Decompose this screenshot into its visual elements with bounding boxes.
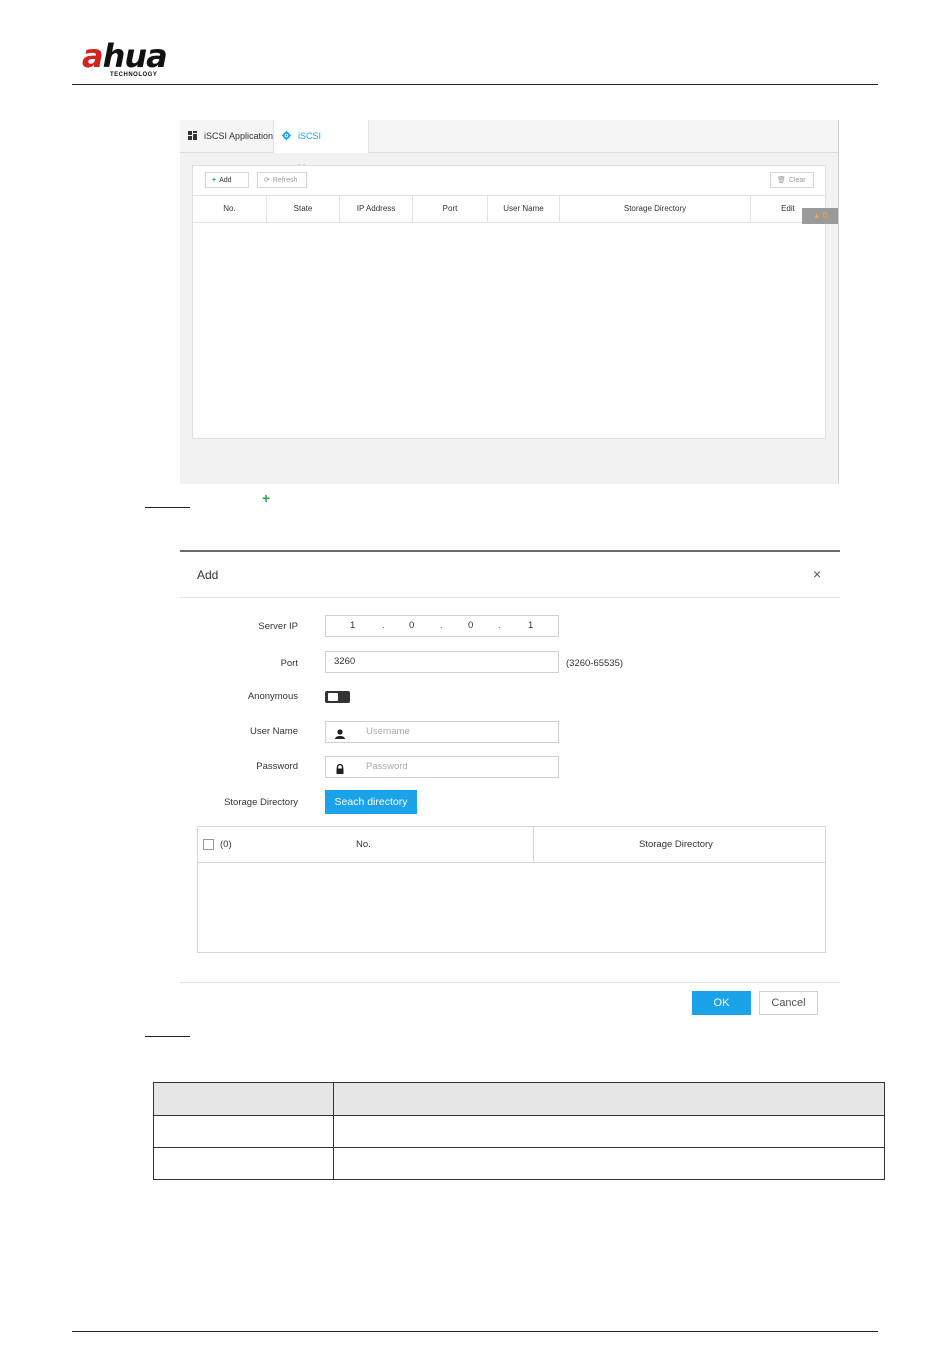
- ip-octet[interactable]: 1: [528, 616, 533, 636]
- column-header-user-name: User Name: [488, 196, 560, 222]
- password-label: Password: [256, 761, 298, 772]
- ip-separator: .: [440, 620, 443, 631]
- ip-octet[interactable]: 0: [468, 616, 473, 636]
- gear-icon: [282, 131, 291, 142]
- alert-count: 0: [822, 211, 828, 220]
- ip-separator: .: [498, 620, 501, 631]
- logo-wordmark: ahua: [82, 37, 168, 75]
- ip-octet[interactable]: 1: [350, 616, 355, 636]
- lock-icon: [335, 762, 345, 774]
- ok-button[interactable]: OK: [692, 991, 751, 1015]
- tab-label: iSCSI Application: [204, 131, 274, 141]
- password-placeholder: Password: [366, 761, 408, 772]
- server-ip-input[interactable]: 1 . 0 . 0 . 1: [325, 615, 559, 637]
- column-header-ip-address: IP Address: [340, 196, 413, 222]
- plus-icon: +: [212, 177, 217, 184]
- dialog-footer-divider: [180, 982, 840, 983]
- add-label: Add: [219, 177, 232, 184]
- tab-iscsi-management[interactable]: iSCSI Managem...: [273, 120, 369, 173]
- selected-count: (0): [220, 839, 232, 850]
- step-marker-line: [145, 507, 190, 508]
- close-icon[interactable]: ×: [813, 566, 821, 582]
- table-cell: [153, 1115, 334, 1148]
- storage-directory-label: Storage Directory: [224, 797, 298, 808]
- column-header-state: State: [267, 196, 340, 222]
- parameter-table: [153, 1082, 885, 1180]
- refresh-icon: ⟳: [264, 177, 270, 184]
- header-cell: [153, 1082, 334, 1116]
- table-header-row: [153, 1082, 885, 1116]
- column-header-port: Port: [413, 196, 488, 222]
- ip-separator: .: [382, 620, 385, 631]
- directory-table: (0) No. Storage Directory: [197, 826, 826, 953]
- column-header-no: No.: [356, 839, 371, 850]
- table-cell: [153, 1147, 334, 1180]
- warning-icon: ▲: [812, 211, 821, 220]
- step-marker-line: [145, 1036, 190, 1037]
- server-ip-label: Server IP: [258, 621, 298, 632]
- tab-bar: iSCSI Application iSCSI Managem...: [180, 120, 838, 173]
- refresh-button[interactable]: ⟳ Refresh: [257, 172, 307, 188]
- trash-icon: 🗑: [777, 177, 786, 184]
- table-header: No. State IP Address Port User Name Stor…: [193, 195, 825, 223]
- port-input[interactable]: 3260: [325, 651, 559, 673]
- table-cell: [333, 1147, 885, 1180]
- column-divider: [533, 827, 534, 862]
- select-all-checkbox[interactable]: [203, 839, 214, 850]
- anonymous-toggle[interactable]: [325, 691, 350, 703]
- anonymous-label: Anonymous: [247, 691, 298, 702]
- header-cell: [333, 1082, 885, 1116]
- plus-icon: +: [262, 490, 271, 506]
- dialog-divider: [180, 597, 840, 598]
- user-icon: [335, 727, 345, 739]
- column-header-storage-directory: Storage Directory: [639, 839, 713, 850]
- clear-label: Clear: [788, 177, 806, 184]
- grid-icon: [188, 131, 197, 142]
- table-row: [153, 1147, 885, 1180]
- iscsi-device-panel: + Add ⟳ Refresh 🗑 Clear No. State IP Addres…: [192, 165, 826, 439]
- username-placeholder: Username: [366, 726, 410, 737]
- toggle-knob: [328, 693, 338, 701]
- footer-rule: [72, 1331, 878, 1332]
- column-header-storage-directory: Storage Directory: [560, 196, 751, 222]
- port-range-hint: (3260-65535): [566, 658, 624, 669]
- table-cell: [333, 1115, 885, 1148]
- directory-table-header: (0) No. Storage Directory: [198, 827, 825, 863]
- add-dialog: Add × Server IP 1 . 0 . 0 . 1 Port 3260 …: [180, 550, 840, 1022]
- username-label: User Name: [249, 726, 298, 737]
- ip-octet[interactable]: 0: [409, 616, 414, 636]
- dialog-title: Add: [197, 568, 219, 582]
- table-row: [153, 1115, 885, 1148]
- add-button[interactable]: + Add: [205, 172, 249, 188]
- iscsi-management-screenshot: iSCSI Application iSCSI Managem... +Add …: [180, 120, 839, 484]
- header-rule: [72, 84, 878, 85]
- search-directory-button[interactable]: Seach directory: [325, 790, 417, 814]
- clear-button[interactable]: 🗑 Clear: [770, 172, 814, 188]
- alert-badge[interactable]: ▲ 0: [802, 208, 838, 224]
- password-input[interactable]: Password: [325, 756, 559, 778]
- port-label: Port: [280, 658, 298, 669]
- company-logo: ahua TECHNOLOGY: [82, 37, 168, 80]
- cancel-button[interactable]: Cancel: [759, 991, 818, 1015]
- refresh-label: Refresh: [272, 177, 298, 184]
- column-header-no: No.: [193, 196, 267, 222]
- username-input[interactable]: Username: [325, 721, 559, 743]
